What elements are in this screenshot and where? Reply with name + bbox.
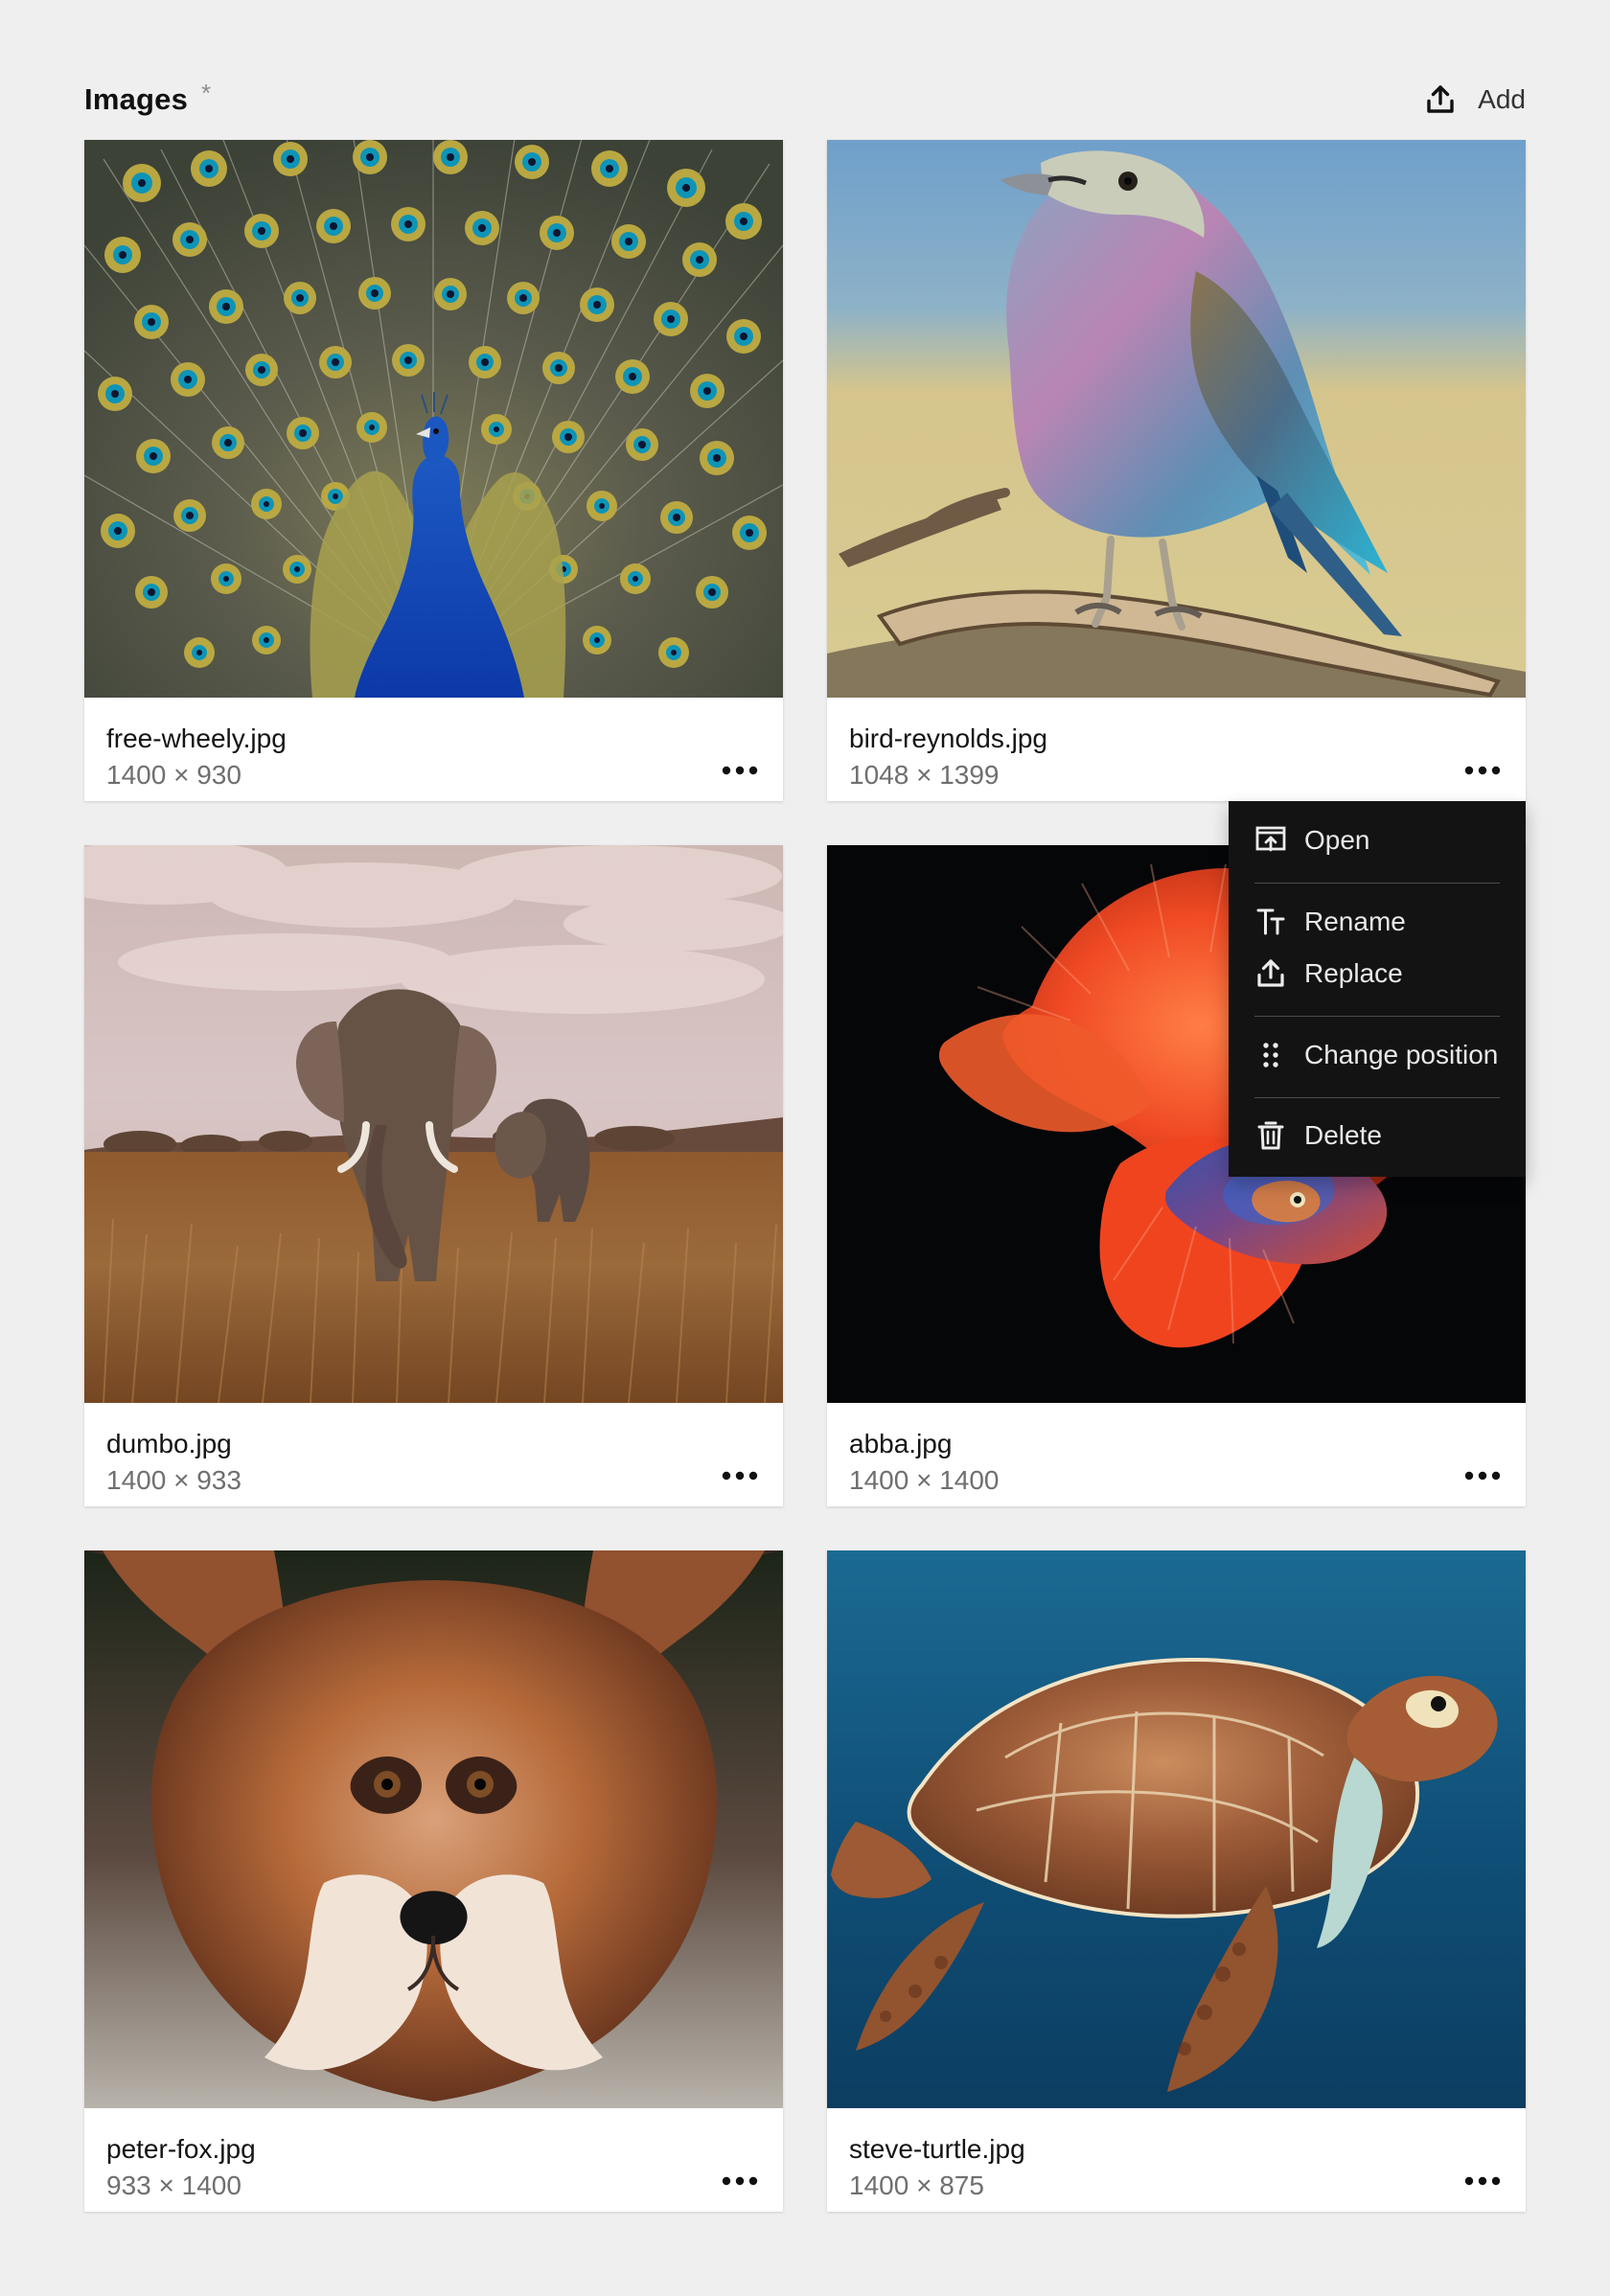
menu-item-replace[interactable]: Replace [1254,957,1403,990]
bird-image [827,140,1526,698]
peacock-image [84,140,783,698]
image-more-button[interactable] [1461,759,1504,782]
image-thumbnail[interactable] [84,1550,783,2108]
add-image-button[interactable]: Add [1424,83,1526,116]
image-card[interactable]: peter-fox.jpg 933 × 1400 [84,1550,783,2212]
more-icon [1461,2170,1504,2193]
image-info: bird-reynolds.jpg 1048 × 1399 [849,723,1504,790]
image-dimensions: 933 × 1400 [106,2170,242,2200]
images-header: Images * Add [84,79,1526,121]
upload-icon [1424,83,1457,116]
upload-icon [1254,957,1287,990]
image-info: abba.jpg 1400 × 1400 [849,1428,1504,1495]
menu-item-delete-label: Delete [1304,1120,1382,1150]
image-dimensions: 1400 × 930 [106,760,242,790]
image-dimensions: 1400 × 933 [106,1465,242,1495]
menu-item-rename-label: Rename [1304,907,1406,936]
image-info: peter-fox.jpg 933 × 1400 [106,2133,761,2200]
add-image-label: Add [1478,84,1526,114]
image-thumbnail[interactable] [84,845,783,1403]
image-filename: peter-fox.jpg [106,2134,256,2164]
menu-item-replace-label: Replace [1304,958,1403,988]
more-icon [1461,759,1504,782]
image-filename: abba.jpg [849,1429,953,1458]
open-icon [1254,824,1287,857]
menu-item-open[interactable]: Open [1254,824,1370,857]
image-dimensions: 1048 × 1399 [849,760,1000,790]
trash-icon [1254,1119,1287,1152]
image-context-menu: Open Rename Replace Change position Dele… [1229,801,1526,1177]
image-thumbnail[interactable] [84,140,783,698]
more-icon [719,1464,761,1487]
image-card[interactable]: bird-reynolds.jpg 1048 × 1399 [827,140,1526,801]
image-info: free-wheely.jpg 1400 × 930 [106,723,761,790]
image-more-button[interactable] [1461,1464,1504,1487]
image-filename: free-wheely.jpg [106,723,287,753]
image-card[interactable]: dumbo.jpg 1400 × 933 [84,845,783,1506]
sea-turtle-image [827,1550,1526,2108]
images-title: Images [84,82,189,116]
fox-image [84,1550,783,2108]
image-filename: steve-turtle.jpg [849,2134,1025,2164]
more-icon [719,2170,761,2193]
image-more-button[interactable] [719,2170,761,2193]
menu-divider [1254,1097,1500,1098]
image-more-button[interactable] [1461,2170,1504,2193]
menu-divider [1254,883,1500,884]
image-thumbnail[interactable] [827,140,1526,698]
menu-item-open-label: Open [1304,825,1370,855]
more-icon [1461,1464,1504,1487]
image-thumbnail[interactable] [827,1550,1526,2108]
image-info: steve-turtle.jpg 1400 × 875 [849,2133,1504,2200]
menu-item-rename[interactable]: Rename [1254,906,1406,938]
image-more-button[interactable] [719,1464,761,1487]
menu-item-delete[interactable]: Delete [1254,1119,1382,1152]
drag-handle-icon [1254,1039,1287,1071]
images-title-group: Images * [84,79,212,117]
image-more-button[interactable] [719,759,761,782]
rename-icon [1254,906,1287,938]
elephants-image [84,845,783,1403]
menu-divider [1254,1016,1500,1017]
image-dimensions: 1400 × 1400 [849,1465,1000,1495]
required-marker: * [201,79,212,107]
more-icon [719,759,761,782]
menu-item-change-position[interactable]: Change position [1254,1039,1498,1071]
image-card[interactable]: free-wheely.jpg 1400 × 930 [84,140,783,801]
image-card[interactable]: steve-turtle.jpg 1400 × 875 [827,1550,1526,2212]
menu-item-change-position-label: Change position [1304,1040,1499,1069]
image-filename: dumbo.jpg [106,1429,232,1458]
image-filename: bird-reynolds.jpg [849,723,1047,753]
image-dimensions: 1400 × 875 [849,2170,984,2200]
image-info: dumbo.jpg 1400 × 933 [106,1428,761,1495]
